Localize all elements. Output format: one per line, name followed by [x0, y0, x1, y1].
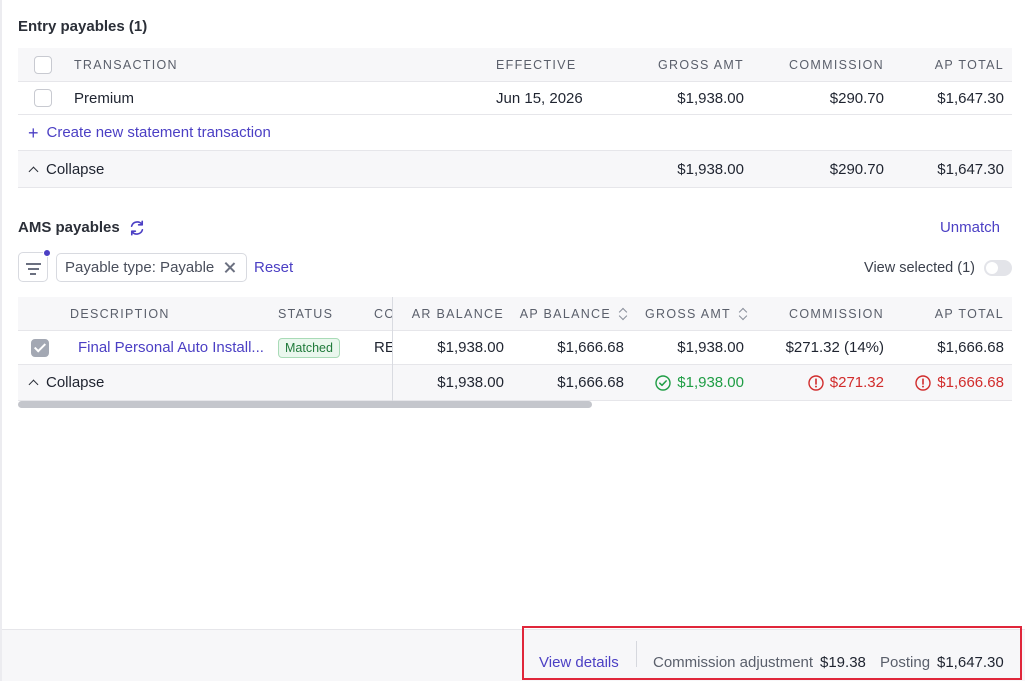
- collapse-label: Collapse: [46, 160, 105, 178]
- panel-left-border: [0, 0, 2, 681]
- col-gross-amt[interactable]: GROSS AMT: [634, 297, 748, 330]
- collapse-entry-button[interactable]: Collapse: [28, 151, 105, 187]
- ams-payables-title: AMS payables: [18, 219, 120, 236]
- close-icon[interactable]: [224, 262, 235, 273]
- total-gross: $1,938.00: [624, 365, 744, 400]
- plus-icon: +: [28, 122, 39, 143]
- select-all-checkbox[interactable]: [34, 55, 52, 74]
- row-checkbox[interactable]: [34, 89, 52, 107]
- ams-totals-row: Collapse $1,938.00 $1,666.68 $1,938.00 $…: [18, 365, 1012, 401]
- commission-amount: $271.32 (14%): [785, 339, 884, 356]
- create-transaction-label: Create new statement transaction: [46, 124, 271, 141]
- gross-amount: $1,938.00: [677, 339, 744, 356]
- col-commission[interactable]: COMMISSION: [758, 48, 884, 81]
- create-transaction-link[interactable]: + Create new statement transaction: [28, 115, 271, 150]
- total-gross-value: $1,938.00: [677, 374, 744, 391]
- unmatch-button[interactable]: Unmatch: [940, 219, 1000, 236]
- total-ap-value: $1,666.68: [937, 374, 1004, 391]
- chevron-up-icon: [28, 166, 39, 176]
- col-gross-amt-label: GROSS AMT: [644, 306, 731, 321]
- col-gross-amt[interactable]: GROSS AMT: [618, 48, 744, 81]
- total-ar-balance: $1,938.00: [437, 374, 504, 391]
- col-effective[interactable]: EFFECTIVE: [496, 48, 576, 81]
- alert-circle-icon: [915, 374, 931, 391]
- ar-balance: $1,938.00: [437, 339, 504, 356]
- ap-balance: $1,666.68: [557, 339, 624, 356]
- ams-payables-table: DESCRIPTION STATUS CO AR BALANCE AP BALA…: [18, 297, 1012, 401]
- description-link[interactable]: Final Personal Auto Install...: [78, 331, 268, 364]
- filter-icon-line: [27, 268, 39, 270]
- entry-payables-table: TRANSACTION EFFECTIVE GROSS AMT COMMISSI…: [18, 48, 1012, 188]
- total-commission: $271.32: [758, 365, 884, 400]
- col-transaction[interactable]: TRANSACTION: [74, 48, 178, 81]
- chevron-up-icon: [28, 379, 39, 390]
- reset-filters-button[interactable]: Reset: [254, 259, 293, 276]
- table-row[interactable]: Premium Jun 15, 2026 $1,938.00 $290.70 $…: [18, 82, 1012, 115]
- total-ap: $1,666.68: [878, 365, 1004, 400]
- refresh-icon[interactable]: [128, 219, 146, 237]
- col-ar-balance[interactable]: AR BALANCE: [394, 297, 504, 330]
- transaction-name: Premium: [74, 89, 135, 107]
- ams-table-header: DESCRIPTION STATUS CO AR BALANCE AP BALA…: [18, 297, 1012, 331]
- col-ap-balance-label: AP BALANCE: [519, 306, 611, 321]
- total-ap: $1,647.30: [937, 160, 1004, 178]
- row-checkbox[interactable]: [31, 338, 49, 357]
- total-commission: $290.70: [829, 160, 884, 178]
- status-badge: Matched: [278, 337, 340, 358]
- active-filter-indicator: [43, 249, 51, 257]
- col-co[interactable]: CO: [374, 297, 392, 330]
- commission-amount: $290.70: [829, 89, 884, 107]
- total-gross: $1,938.00: [677, 160, 744, 178]
- total-commission-value: $271.32: [829, 374, 884, 391]
- filter-icon-line: [30, 273, 36, 275]
- highlight-box: [522, 626, 1022, 680]
- sort-icon[interactable]: [739, 308, 748, 320]
- view-selected-toggle[interactable]: [984, 260, 1012, 276]
- status-cell: Matched: [278, 331, 340, 364]
- sort-icon[interactable]: [619, 308, 628, 320]
- create-transaction-row: + Create new statement transaction: [18, 115, 1012, 151]
- horizontal-scrollbar[interactable]: [18, 401, 592, 408]
- filter-icon: [25, 263, 41, 265]
- collapse-ams-button[interactable]: Collapse: [28, 365, 105, 400]
- gross-amount: $1,938.00: [677, 89, 744, 107]
- total-ap-balance: $1,666.68: [557, 374, 624, 391]
- frozen-column-divider: [392, 297, 393, 401]
- co-value: RE: [374, 339, 392, 356]
- col-status[interactable]: STATUS: [278, 297, 333, 330]
- col-ap-balance[interactable]: AP BALANCE: [514, 297, 628, 330]
- check-circle-icon: [655, 374, 671, 391]
- filter-chip: Payable type: Payable: [56, 253, 248, 282]
- col-commission[interactable]: COMMISSION: [758, 297, 884, 330]
- table-row[interactable]: Final Personal Auto Install... Matched R…: [18, 331, 1012, 365]
- view-selected-label: View selected (1): [864, 260, 975, 276]
- collapse-label: Collapse: [46, 374, 105, 391]
- effective-date: Jun 15, 2026: [496, 89, 583, 107]
- col-ap-total[interactable]: AP TOTAL: [878, 48, 1004, 81]
- entry-table-header: TRANSACTION EFFECTIVE GROSS AMT COMMISSI…: [18, 48, 1012, 82]
- ap-total-amount: $1,647.30: [937, 89, 1004, 107]
- entry-totals-row: Collapse $1,938.00 $290.70 $1,647.30: [18, 151, 1012, 188]
- entry-payables-title: Entry payables (1): [18, 18, 148, 35]
- col-ap-total[interactable]: AP TOTAL: [878, 297, 1004, 330]
- filter-chip-label: Payable type: Payable: [65, 259, 215, 276]
- alert-circle-icon: [808, 374, 824, 391]
- col-description[interactable]: DESCRIPTION: [70, 297, 170, 330]
- filter-button[interactable]: [18, 249, 51, 282]
- ap-total-amount: $1,666.68: [937, 339, 1004, 356]
